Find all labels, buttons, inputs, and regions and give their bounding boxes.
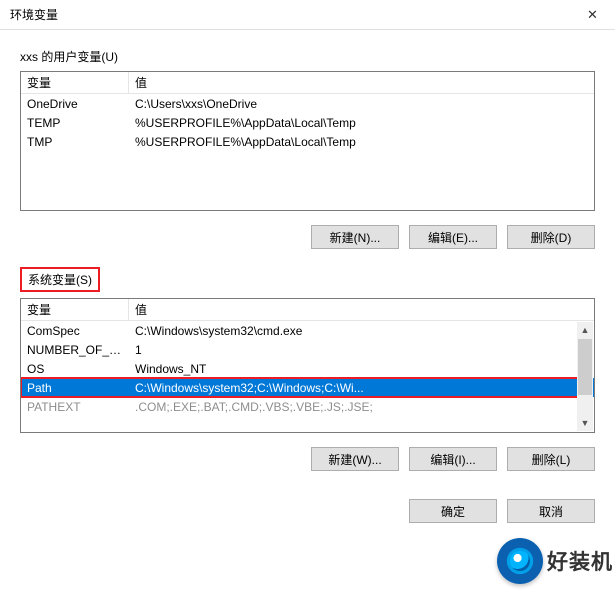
titlebar: 环境变量 ✕ xyxy=(0,0,615,30)
scrollbar[interactable]: ▲ ▼ xyxy=(577,322,593,431)
dialog-body: xxs 的用户变量(U) 变量 值 OneDrive C:\Users\xxs\… xyxy=(0,30,615,499)
table-row-selected[interactable]: Path C:\Windows\system32;C:\Windows;C:\W… xyxy=(21,378,594,397)
cancel-button[interactable]: 取消 xyxy=(507,499,595,523)
table-row[interactable]: TMP %USERPROFILE%\AppData\Local\Temp xyxy=(21,132,594,151)
table-row[interactable]: ComSpec C:\Windows\system32\cmd.exe xyxy=(21,321,594,340)
table-row[interactable]: PATHEXT .COM;.EXE;.BAT;.CMD;.VBS;.VBE;.J… xyxy=(21,397,594,416)
system-new-button[interactable]: 新建(W)... xyxy=(311,447,399,471)
table-row[interactable]: OneDrive C:\Users\xxs\OneDrive xyxy=(21,94,594,113)
var-name: TEMP xyxy=(21,116,129,130)
col-header-value[interactable]: 值 xyxy=(129,299,594,320)
col-header-name[interactable]: 变量 xyxy=(21,72,129,93)
system-vars-section: 系统变量(S) 变量 值 ComSpec C:\Windows\system32… xyxy=(20,267,595,471)
system-edit-button[interactable]: 编辑(I)... xyxy=(409,447,497,471)
scroll-down-icon[interactable]: ▼ xyxy=(581,415,590,431)
var-name: OS xyxy=(21,362,129,376)
var-name: NUMBER_OF_PR... xyxy=(21,343,129,357)
scroll-thumb[interactable] xyxy=(578,339,592,395)
close-icon: ✕ xyxy=(587,7,598,23)
watermark-text: 好装机 xyxy=(547,546,613,576)
user-vars-label: xxs 的用户变量(U) xyxy=(20,48,118,65)
var-name: ComSpec xyxy=(21,324,129,338)
scroll-up-icon[interactable]: ▲ xyxy=(581,322,590,338)
var-value: 1 xyxy=(129,343,594,357)
var-value: .COM;.EXE;.BAT;.CMD;.VBS;.VBE;.JS;.JSE; xyxy=(129,400,594,414)
table-row[interactable]: NUMBER_OF_PR... 1 xyxy=(21,340,594,359)
var-name: PATHEXT xyxy=(21,400,129,414)
system-vars-buttons: 新建(W)... 编辑(I)... 删除(L) xyxy=(20,447,595,471)
user-vars-buttons: 新建(N)... 编辑(E)... 删除(D) xyxy=(20,225,595,249)
dialog-footer: 确定 取消 xyxy=(0,499,615,543)
system-vars-label: 系统变量(S) xyxy=(20,267,100,292)
var-name: TMP xyxy=(21,135,129,149)
table-row[interactable]: TEMP %USERPROFILE%\AppData\Local\Temp xyxy=(21,113,594,132)
user-edit-button[interactable]: 编辑(E)... xyxy=(409,225,497,249)
user-vars-list[interactable]: 变量 值 OneDrive C:\Users\xxs\OneDrive TEMP… xyxy=(20,71,595,211)
user-vars-header: 变量 值 xyxy=(21,72,594,94)
var-value: Windows_NT xyxy=(129,362,594,376)
close-button[interactable]: ✕ xyxy=(570,0,615,30)
var-value: C:\Windows\system32\cmd.exe xyxy=(129,324,594,338)
var-value: C:\Windows\system32;C:\Windows;C:\Wi... xyxy=(129,381,594,395)
system-vars-list[interactable]: 变量 值 ComSpec C:\Windows\system32\cmd.exe… xyxy=(20,298,595,433)
user-vars-body: OneDrive C:\Users\xxs\OneDrive TEMP %USE… xyxy=(21,94,594,151)
watermark-logo-icon xyxy=(497,538,543,584)
user-vars-section: xxs 的用户变量(U) 变量 值 OneDrive C:\Users\xxs\… xyxy=(20,48,595,249)
system-vars-header: 变量 值 xyxy=(21,299,594,321)
ok-button[interactable]: 确定 xyxy=(409,499,497,523)
col-header-name[interactable]: 变量 xyxy=(21,299,129,320)
user-new-button[interactable]: 新建(N)... xyxy=(311,225,399,249)
var-value: %USERPROFILE%\AppData\Local\Temp xyxy=(129,116,594,130)
table-row[interactable]: OS Windows_NT xyxy=(21,359,594,378)
var-name: OneDrive xyxy=(21,97,129,111)
var-value: %USERPROFILE%\AppData\Local\Temp xyxy=(129,135,594,149)
watermark: 好装机 xyxy=(497,538,613,584)
var-name: Path xyxy=(21,381,129,395)
window-title: 环境变量 xyxy=(10,6,58,23)
var-value: C:\Users\xxs\OneDrive xyxy=(129,97,594,111)
user-delete-button[interactable]: 删除(D) xyxy=(507,225,595,249)
system-delete-button[interactable]: 删除(L) xyxy=(507,447,595,471)
col-header-value[interactable]: 值 xyxy=(129,72,594,93)
system-vars-body: ComSpec C:\Windows\system32\cmd.exe NUMB… xyxy=(21,321,594,433)
